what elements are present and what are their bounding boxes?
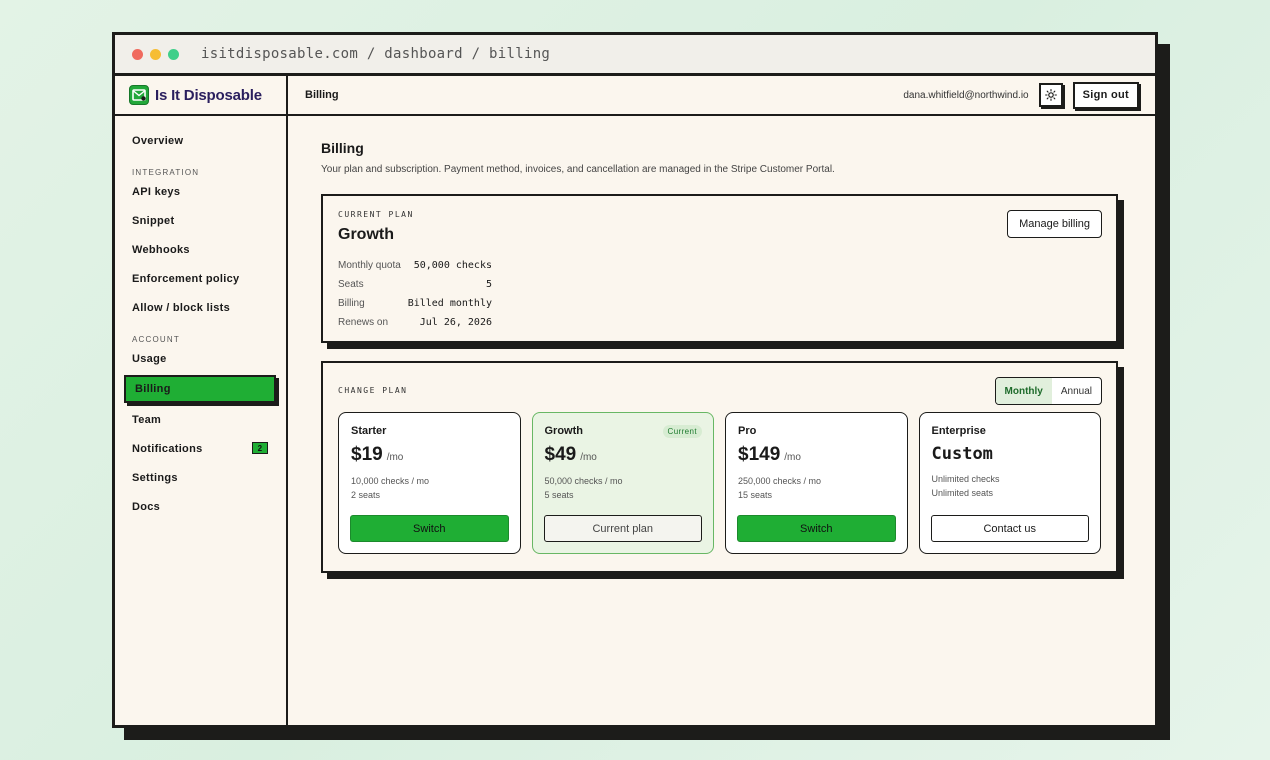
plan-name: Starter bbox=[351, 425, 387, 437]
current-plan-details: Monthly quota 50,000 checks Seats 5 Bill… bbox=[338, 256, 1101, 332]
sidebar-item-label: Notifications bbox=[132, 442, 203, 455]
sidebar-section-integration: INTEGRATION bbox=[132, 168, 200, 177]
current-plan-button: Current plan bbox=[543, 515, 702, 542]
detail-row: Monthly quota 50,000 checks bbox=[338, 256, 492, 275]
browser-window: isitdisposable.com / dashboard / billing… bbox=[112, 32, 1158, 728]
sidebar-item-overview[interactable]: Overview bbox=[115, 126, 286, 155]
change-plan-eyebrow: CHANGE PLAN bbox=[338, 386, 408, 395]
theme-toggle-button[interactable] bbox=[1038, 83, 1063, 107]
plan-card-pro: Pro $149/mo 250,000 checks / mo 15 seats… bbox=[725, 412, 908, 554]
current-plan-name: Growth bbox=[338, 226, 394, 243]
mail-check-icon bbox=[129, 85, 149, 105]
sidebar-section-account: ACCOUNT bbox=[132, 335, 180, 344]
sidebar-item-snippet[interactable]: Snippet bbox=[115, 206, 286, 235]
detail-label: Billing bbox=[338, 298, 365, 309]
brand-name: Is It Disposable bbox=[155, 86, 262, 104]
top-bar: Billing dana.whitfield@northwind.io Sign… bbox=[288, 76, 1155, 116]
billing-content: Billing Your plan and subscription. Paym… bbox=[288, 116, 1155, 573]
plan-price: $49 bbox=[544, 444, 577, 465]
detail-value: 50,000 checks bbox=[413, 260, 492, 271]
close-window-dot[interactable] bbox=[132, 48, 143, 60]
plan-price: $149 bbox=[738, 444, 781, 465]
sidebar: Is It Disposable Overview INTEGRATION AP… bbox=[115, 76, 288, 725]
switch-to-pro-button[interactable]: Switch bbox=[737, 515, 896, 542]
current-plan-eyebrow: CURRENT PLAN bbox=[338, 210, 414, 219]
plan-cards: Starter $19/mo 10,000 checks / mo 2 seat… bbox=[338, 412, 1101, 554]
plan-feature: 50,000 checks / mo bbox=[544, 476, 623, 486]
plan-price: Custom bbox=[931, 444, 993, 464]
plan-name: Pro bbox=[738, 425, 757, 437]
detail-label: Seats bbox=[338, 279, 364, 290]
brand-logo[interactable]: Is It Disposable bbox=[115, 76, 286, 116]
maximize-window-dot[interactable] bbox=[168, 48, 179, 60]
user-email: dana.whitfield@northwind.io bbox=[903, 89, 1029, 101]
browser-titlebar: isitdisposable.com / dashboard / billing bbox=[115, 35, 1155, 76]
plan-feature: Unlimited checks bbox=[931, 474, 1000, 484]
detail-label: Monthly quota bbox=[338, 260, 401, 271]
plan-feature: 5 seats bbox=[544, 490, 574, 500]
plan-price-period: /mo bbox=[784, 452, 801, 463]
plan-card-starter: Starter $19/mo 10,000 checks / mo 2 seat… bbox=[338, 412, 521, 554]
detail-value: Billed monthly bbox=[407, 298, 492, 309]
sidebar-item-allow-block-lists[interactable]: Allow / block lists bbox=[115, 293, 286, 322]
plan-name: Enterprise bbox=[931, 425, 986, 437]
notifications-count-badge: 2 bbox=[252, 442, 268, 454]
sidebar-item-team[interactable]: Team bbox=[115, 405, 286, 434]
sidebar-item-enforcement-policy[interactable]: Enforcement policy bbox=[115, 264, 286, 293]
page-title: Billing bbox=[321, 140, 364, 156]
detail-label: Renews on bbox=[338, 317, 389, 328]
plan-feature: 250,000 checks / mo bbox=[738, 476, 822, 486]
toggle-monthly[interactable]: Monthly bbox=[995, 378, 1052, 404]
plan-price: $19 bbox=[351, 444, 383, 465]
sidebar-item-api-keys[interactable]: API keys bbox=[115, 177, 286, 206]
current-plan-tag: Current bbox=[662, 425, 702, 438]
detail-row: Seats 5 bbox=[338, 275, 492, 294]
manage-billing-button[interactable]: Manage billing bbox=[1007, 210, 1102, 238]
billing-period-toggle: Monthly Annual bbox=[994, 377, 1102, 405]
plan-price-period: /mo bbox=[580, 452, 597, 463]
sign-out-button[interactable]: Sign out bbox=[1072, 81, 1139, 109]
sidebar-nav: Overview INTEGRATION API keys Snippet We… bbox=[115, 116, 286, 521]
toggle-annual[interactable]: Annual bbox=[1052, 378, 1101, 404]
detail-row: Renews on Jul 26, 2026 bbox=[338, 313, 492, 332]
sun-icon bbox=[1044, 89, 1057, 101]
plan-card-growth: Growth Current $49/mo 50,000 checks / mo… bbox=[531, 412, 714, 554]
sidebar-item-webhooks[interactable]: Webhooks bbox=[115, 235, 286, 264]
plan-price-period: /mo bbox=[386, 452, 404, 463]
current-plan-panel: CURRENT PLAN Growth Monthly quota 50,000… bbox=[321, 194, 1118, 343]
plan-feature: 10,000 checks / mo bbox=[351, 476, 430, 486]
sidebar-item-billing[interactable]: Billing bbox=[124, 375, 276, 403]
detail-value: 5 bbox=[485, 279, 492, 290]
minimize-window-dot[interactable] bbox=[150, 48, 161, 60]
sidebar-item-docs[interactable]: Docs bbox=[115, 492, 286, 521]
plan-feature: Unlimited seats bbox=[931, 488, 994, 498]
main-area: Billing dana.whitfield@northwind.io Sign… bbox=[288, 76, 1155, 725]
page-subtitle: Your plan and subscription. Payment meth… bbox=[321, 164, 835, 175]
plan-card-enterprise: Enterprise Custom Unlimited checks Unlim… bbox=[918, 412, 1101, 554]
sidebar-item-usage[interactable]: Usage bbox=[115, 344, 286, 373]
address-bar[interactable]: isitdisposable.com / dashboard / billing bbox=[201, 46, 550, 62]
detail-value: Jul 26, 2026 bbox=[419, 317, 492, 328]
plan-feature: 15 seats bbox=[738, 490, 773, 500]
sidebar-item-settings[interactable]: Settings bbox=[115, 463, 286, 492]
detail-row: Billing Billed monthly bbox=[338, 294, 492, 313]
change-plan-panel: CHANGE PLAN Monthly Annual Starter $19/m… bbox=[321, 361, 1118, 573]
breadcrumb: Billing bbox=[305, 89, 339, 101]
plan-feature: 2 seats bbox=[351, 490, 381, 500]
contact-us-button[interactable]: Contact us bbox=[930, 515, 1089, 542]
sidebar-item-notifications[interactable]: Notifications 2 bbox=[115, 434, 286, 463]
switch-to-starter-button[interactable]: Switch bbox=[350, 515, 509, 542]
